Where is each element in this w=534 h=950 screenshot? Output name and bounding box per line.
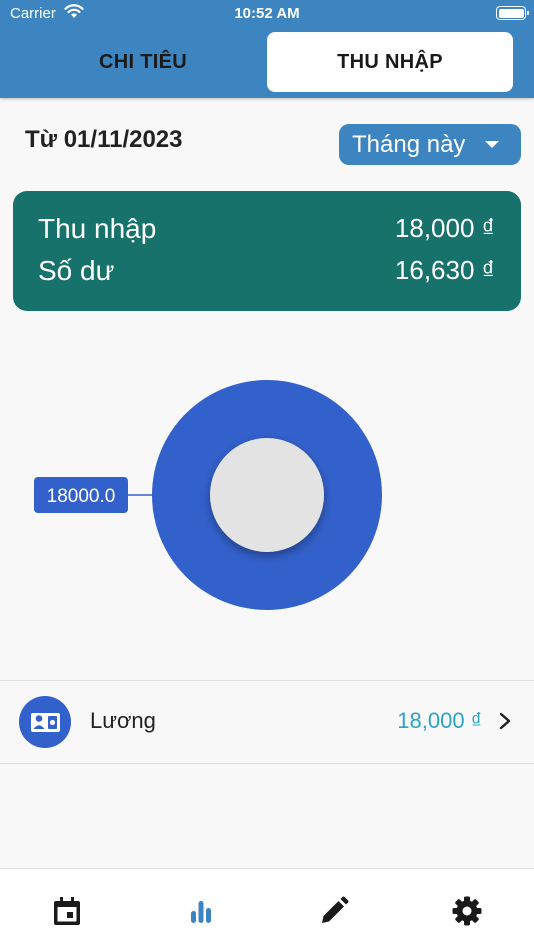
donut-hole (210, 438, 324, 552)
donut-chart-svg: 18000.0 (34, 380, 382, 610)
chevron-right-icon (499, 712, 511, 730)
list-divider-bottom (0, 763, 534, 764)
balance-value: 16,630 ₫ (394, 255, 495, 285)
top-header: Carrier 10:52 AM CHI TIÊU THU NHẬP (0, 0, 534, 98)
period-dropdown-label: Tháng này (352, 130, 466, 158)
battery-icon (496, 6, 529, 20)
income-label: Thu nhập (38, 213, 157, 244)
from-date-label: Từ 01/11/2023 (25, 126, 183, 153)
nav-calendar[interactable] (47, 891, 87, 931)
tab-expense[interactable]: CHI TIÊU (20, 32, 266, 92)
summary-card: Thu nhập 18,000 ₫ Số dư 16,630 ₫ (13, 191, 521, 311)
balance-label: Số dư (38, 255, 115, 286)
caret-down-icon (485, 141, 499, 148)
calendar-icon (54, 897, 80, 925)
status-bar: Carrier 10:52 AM (0, 0, 534, 28)
category-name: Lương (90, 708, 156, 733)
tab-income[interactable]: THU NHẬP (267, 32, 513, 92)
gear-icon (452, 896, 482, 926)
bar-chart-icon (191, 901, 211, 923)
slice-value-label: 18000.0 (47, 486, 116, 507)
status-time: 10:52 AM (234, 5, 300, 22)
bottom-nav (0, 868, 534, 950)
nav-statistics[interactable] (181, 891, 221, 931)
balance-summary-row: Số dư 16,630 ₫ (38, 255, 495, 287)
donut-chart: 18000.0 (0, 312, 534, 680)
income-summary-row: Thu nhập 18,000 ₫ (38, 213, 495, 245)
nav-settings[interactable] (447, 891, 487, 931)
period-dropdown[interactable]: Tháng này (339, 124, 521, 165)
income-value: 18,000 ₫ (394, 213, 495, 243)
nav-edit[interactable] (314, 891, 354, 931)
category-amount: 18,000 ₫ (397, 708, 482, 733)
pencil-icon (322, 896, 349, 923)
id-card-icon (19, 696, 71, 748)
list-item-luong[interactable]: Lương 18,000 ₫ (0, 681, 534, 763)
